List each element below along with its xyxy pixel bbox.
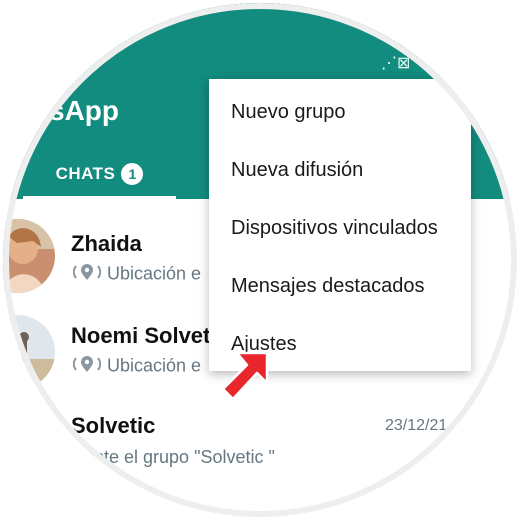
chat-name: Solvetic xyxy=(71,413,156,438)
chat-preview-text: Ubicación e xyxy=(107,263,202,284)
chat-preview-text: Ubicación e xyxy=(107,355,202,376)
status-bar-right-icons: ⋰⊠ xyxy=(381,55,411,72)
menu-item-mensajes-destacados[interactable]: Mensajes destacados xyxy=(209,257,471,315)
selected-tab-indicator xyxy=(23,196,176,200)
app-title: sApp xyxy=(49,95,119,126)
phone-screen-viewport: @ • ⋰⊠ sApp CHATS 1 Zhaida Ubicación e N… xyxy=(3,3,517,517)
chat-preview-text: aste el grupo "Solvetic " xyxy=(85,447,275,467)
avatar xyxy=(3,315,55,389)
chat-name: Noemi Solvet xyxy=(71,323,211,348)
menu-item-dispositivos-vinculados[interactable]: Dispositivos vinculados xyxy=(209,199,471,257)
chat-preview: Ubicación e xyxy=(72,263,202,286)
chat-name: Zhaida xyxy=(71,231,142,256)
overflow-menu: Nuevo grupo Nueva difusión Dispositivos … xyxy=(209,79,471,371)
chat-preview: Ubicación e xyxy=(72,355,202,378)
menu-item-label: Dispositivos vinculados xyxy=(231,217,438,239)
chat-row-solvetic[interactable]: Solvetic 23/12/21 aste el grupo "Solveti… xyxy=(3,401,517,493)
tab-chats-label: CHATS xyxy=(55,164,116,183)
red-arrow-pointer-icon xyxy=(219,349,275,405)
location-pin-icon xyxy=(72,355,102,378)
menu-item-nueva-difusion[interactable]: Nueva difusión xyxy=(209,141,471,199)
status-bar-left-icons: @ • xyxy=(81,23,123,43)
chat-preview: aste el grupo "Solvetic " xyxy=(85,447,275,468)
location-pin-icon xyxy=(72,263,102,286)
menu-item-nuevo-grupo[interactable]: Nuevo grupo xyxy=(209,83,471,141)
avatar xyxy=(3,219,55,293)
chat-timestamp: 23/12/21 xyxy=(385,417,448,434)
tab-chats[interactable]: CHATS 1 xyxy=(23,151,176,199)
avatar-photo-icon xyxy=(3,219,55,293)
avatar-photo-icon xyxy=(3,315,55,389)
menu-item-label: Nuevo grupo xyxy=(231,101,346,123)
unread-badge: 1 xyxy=(121,163,144,185)
menu-item-label: Nueva difusión xyxy=(231,159,364,181)
menu-item-label: Mensajes destacados xyxy=(231,275,425,297)
